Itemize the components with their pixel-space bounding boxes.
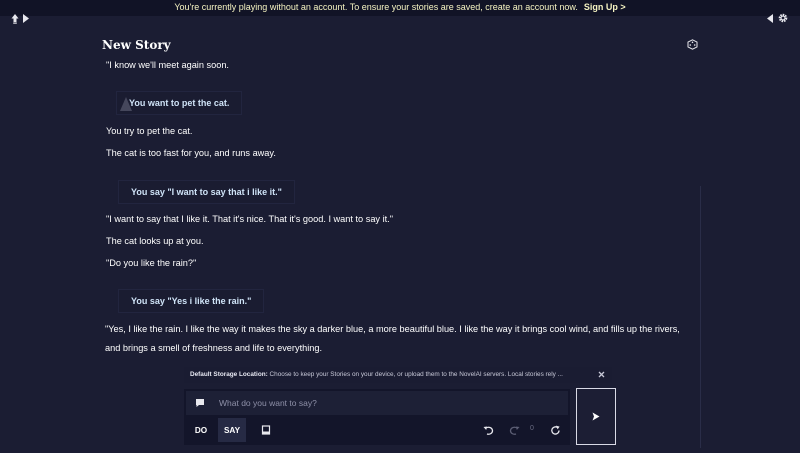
story-action: You say "Yes i like the rain.": [118, 289, 265, 313]
story-paragraph: The cat looks up at you.: [106, 236, 204, 246]
sign-up-link[interactable]: Sign Up >: [584, 2, 626, 12]
book-icon[interactable]: [260, 424, 272, 436]
action-text: You say "I want to say that i like it.": [131, 187, 282, 197]
story-paragraph: "Yes, I like the rain. I like the way it…: [105, 324, 680, 353]
story-action: You say "I want to say that i like it.": [118, 180, 295, 204]
close-icon[interactable]: [597, 370, 605, 378]
story-paragraph: "Do you like the rain?": [106, 258, 197, 268]
say-mode-button[interactable]: SAY: [218, 418, 246, 442]
send-arrow-icon: [592, 412, 600, 421]
story-paragraph: "I want to say that I like it. That it's…: [106, 214, 393, 224]
do-mode-button[interactable]: DO: [187, 418, 215, 442]
story-title: New Story: [102, 38, 171, 52]
storage-notice: Default Storage Location: Choose to keep…: [184, 367, 612, 383]
gear-icon[interactable]: [777, 12, 789, 24]
scrollbar-track[interactable]: [700, 186, 701, 448]
dice-icon[interactable]: [684, 36, 700, 52]
send-button[interactable]: [576, 388, 616, 445]
retry-icon[interactable]: [549, 424, 561, 436]
input-field-wrapper: [186, 391, 568, 415]
ai-lightbulb-icon[interactable]: [9, 12, 21, 24]
account-banner: You're currently playing without an acco…: [0, 0, 800, 16]
action-text: You want to pet the cat.: [129, 98, 230, 108]
redo-icon[interactable]: [508, 424, 520, 436]
action-text: You say "Yes i like the rain.": [131, 296, 252, 306]
story-action: You want to pet the cat.: [116, 91, 243, 115]
action-ghost-icon: [120, 97, 132, 111]
collapse-arrow-icon[interactable]: [766, 12, 774, 24]
story-paragraph: You try to pet the cat.: [106, 126, 193, 136]
speech-bubble-icon: [196, 399, 204, 407]
app-page: You're currently playing without an acco…: [0, 0, 800, 453]
banner-text: You're currently playing without an acco…: [0, 2, 800, 12]
story-paragraph: The cat is too fast for you, and runs aw…: [106, 148, 276, 158]
redo-count: 0: [530, 425, 534, 432]
story-paragraph: "I know we'll meet again soon.: [106, 60, 229, 70]
notice-label: Default Storage Location:: [190, 371, 268, 378]
banner-message: You're currently playing without an acco…: [174, 2, 578, 12]
undo-icon[interactable]: [482, 424, 494, 436]
play-arrow-icon[interactable]: [22, 12, 30, 24]
notice-text: Choose to keep your Stories on your devi…: [269, 371, 563, 378]
story-input[interactable]: [219, 398, 519, 408]
